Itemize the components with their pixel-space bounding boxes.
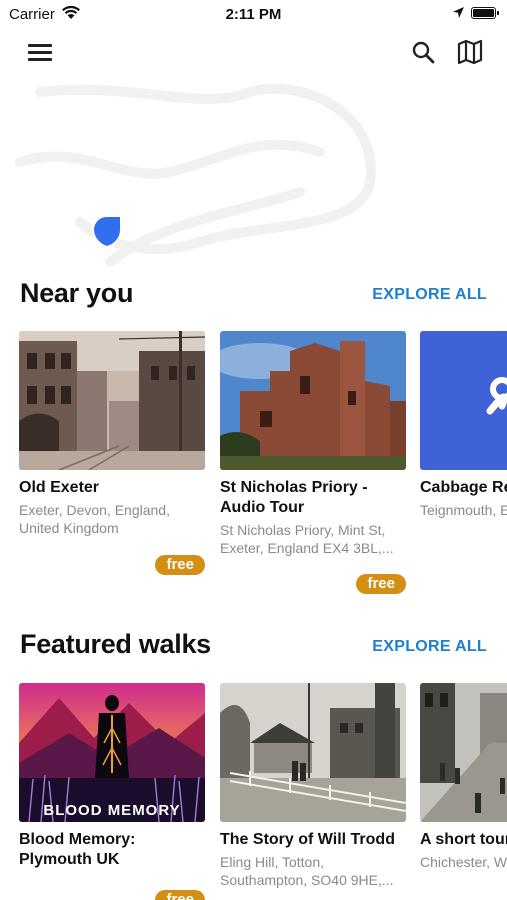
battery-icon [471,7,499,19]
card-title: St Nicholas Priory - Audio Tour [220,479,368,516]
location-pin-icon[interactable] [91,215,122,249]
explore-all-featured-walks-button[interactable]: EXPLORE ALL [372,638,487,656]
card-st-nicholas-priory[interactable]: St Nicholas Priory - Audio Tour St Nicho… [220,331,406,596]
card-thumbnail [220,683,406,822]
card-title: A short tour of Chichest [420,831,507,848]
card-subtitle: Chichester, W England, Unit [420,854,507,870]
card-title: Cabbage Re [420,479,507,496]
map-preview[interactable] [0,72,507,272]
card-thumbnail [19,331,205,470]
card-thumbnail: BLOOD MEMORY [19,683,205,822]
price-badge: free [155,555,205,575]
map-icon[interactable] [457,39,483,70]
featured-walks-carousel[interactable]: BLOOD MEMORY Blood Memory: Plymouth UK f… [0,683,507,900]
section-title-near-you: Near you [20,278,134,308]
location-arrow-icon [452,6,465,24]
card-thumbnail [220,331,406,470]
price-badge: free [155,890,205,900]
card-title: The Story of Will Trodd [220,831,395,848]
clock: 2:11 PM [225,6,282,23]
price-badge: free [356,574,406,594]
explore-all-near-you-button[interactable]: EXPLORE ALL [372,286,487,304]
search-icon[interactable] [411,40,435,69]
card-title: Blood Memory: Plymouth UK [19,831,136,868]
card-subtitle: Eling Hill, Totton, Southampton, SO40 9H… [220,854,394,888]
thumbnail-title-text: BLOOD MEMORY [43,802,180,819]
card-subtitle: Exeter, Devon, England, United Kingdom [19,502,170,536]
hamburger-menu-icon[interactable] [28,44,52,62]
card-old-exeter[interactable]: Old Exeter Exeter, Devon, England, Unite… [19,331,205,576]
card-title: Old Exeter [19,479,100,496]
card-story-of-will-trodd[interactable]: The Story of Will Trodd Eling Hill, Tott… [220,683,406,900]
card-thumbnail [420,331,507,470]
card-blood-memory[interactable]: BLOOD MEMORY Blood Memory: Plymouth UK f… [19,683,205,900]
card-short-tour-chichester[interactable]: A short tour of Chichest Chichester, W E… [420,683,507,900]
near-you-carousel[interactable]: Old Exeter Exeter, Devon, England, Unite… [0,331,507,601]
card-thumbnail [420,683,507,822]
card-subtitle: St Nicholas Priory, Mint St, Exeter, Eng… [220,522,394,556]
section-title-featured-walks: Featured walks [20,629,211,659]
status-bar: Carrier 2:11 PM [0,0,507,28]
card-cabbage-re[interactable]: Cabbage Re Teignmouth, E England, Unite [420,331,507,561]
card-subtitle: Teignmouth, E England, Unite [420,502,507,518]
